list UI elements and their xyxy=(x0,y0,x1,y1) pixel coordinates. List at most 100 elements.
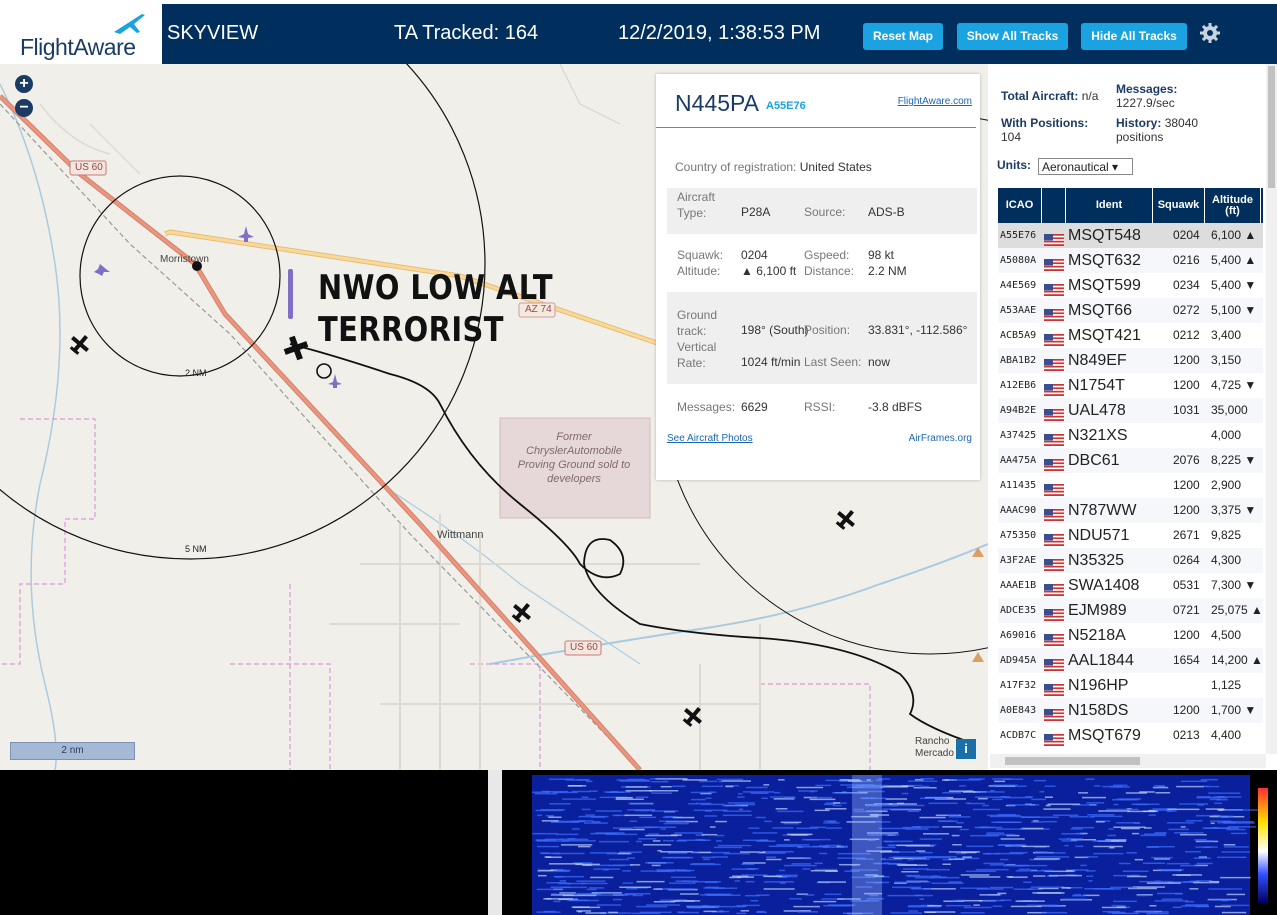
hide-all-tracks-button[interactable]: Hide All Tracks xyxy=(1081,23,1187,50)
rssi-label: RSSI: xyxy=(804,400,836,414)
icao-cell: A53AAE xyxy=(1000,305,1037,316)
airframes-link[interactable]: AirFrames.org xyxy=(909,433,972,444)
table-row[interactable]: A69016 N5218A 1200 4,500 xyxy=(998,623,1263,649)
vertical-scroll-thumb[interactable] xyxy=(1268,66,1275,188)
aircraft-photos-link[interactable]: See Aircraft Photos xyxy=(667,433,753,444)
show-all-tracks-button[interactable]: Show All Tracks xyxy=(957,23,1068,50)
column-header-icao[interactable]: ICAO xyxy=(998,188,1042,223)
us-flag-icon xyxy=(1044,255,1064,271)
ident-cell: N5218A xyxy=(1068,627,1126,644)
table-row[interactable]: AAAC90 N787WW 1200 3,375 ▼ xyxy=(998,498,1263,524)
table-row[interactable]: A11435 1200 2,900 xyxy=(998,473,1263,499)
altitude-cell: 1,125 xyxy=(1211,678,1242,692)
altitude-cell: 8,225 ▼ xyxy=(1211,453,1257,467)
table-row[interactable]: ABA1B2 N849EF 1200 3,150 xyxy=(998,348,1263,374)
messages-label: Messages: xyxy=(677,400,736,414)
squawk-cell: 0204 xyxy=(1173,228,1200,242)
altitude-cell: 3,150 xyxy=(1211,353,1242,367)
icao-cell: AA475A xyxy=(1000,455,1037,466)
ident-cell: DBC61 xyxy=(1068,452,1120,469)
altitude-cell: 4,300 xyxy=(1211,553,1242,567)
table-row[interactable]: ACDB7C MSQT679 0213 4,400 xyxy=(998,723,1263,749)
altitude-cell: 25,075 ▲ xyxy=(1211,603,1263,617)
squawk-cell: 0264 xyxy=(1173,553,1200,567)
squawk-cell: 2076 xyxy=(1173,453,1200,467)
icao-cell: AAAE1B xyxy=(1000,580,1037,591)
vertical-rate-label: Vertical Rate: xyxy=(677,340,717,370)
waterfall-canvas xyxy=(532,775,1268,915)
altitude-value: ▲ 6,100 ft xyxy=(741,264,797,278)
table-row[interactable]: A4E569 MSQT599 0234 5,400 ▼ xyxy=(998,273,1263,299)
tracked-count: TA Tracked: 164 xyxy=(394,22,539,44)
sidebar-vertical-scrollbar[interactable] xyxy=(1266,64,1277,754)
range-ring-label-2nm: 2 NM xyxy=(185,368,207,378)
header-bar: FlightAware SKYVIEW TA Tracked: 164 12/2… xyxy=(0,0,1277,66)
squawk-cell: 1654 xyxy=(1173,653,1200,667)
sidebar-horizontal-scrollbar[interactable] xyxy=(990,754,1266,768)
column-header-squawk[interactable]: Squawk xyxy=(1153,188,1205,223)
ident-cell: N196HP xyxy=(1068,677,1129,694)
squawk-cell: 0213 xyxy=(1173,728,1200,742)
table-row[interactable]: A12EB6 N1754T 1200 4,725 ▼ xyxy=(998,373,1263,399)
table-row[interactable]: A3F2AE N35325 0264 4,300 xyxy=(998,548,1263,574)
country-value: United States xyxy=(799,160,872,174)
table-row[interactable]: A55E76 MSQT548 0204 6,100 ▲ xyxy=(998,223,1263,249)
route-label-us60: US 60 xyxy=(75,162,103,173)
ident-cell: N787WW xyxy=(1068,502,1137,519)
last-seen-value: now xyxy=(868,355,891,369)
ident-cell: N849EF xyxy=(1068,352,1127,369)
ident-cell: MSQT66 xyxy=(1068,302,1133,319)
column-header-flag[interactable] xyxy=(1042,188,1066,223)
us-flag-icon xyxy=(1044,455,1064,471)
table-row[interactable]: A5080A MSQT632 0216 5,400 ▲ xyxy=(998,248,1263,274)
icao-cell: A75350 xyxy=(1000,530,1037,541)
icao-cell: A0E843 xyxy=(1000,705,1037,716)
altitude-cell: 5,100 ▼ xyxy=(1211,303,1257,317)
altitude-cell: 14,200 ▲ xyxy=(1211,653,1263,667)
ident-cell: N158DS xyxy=(1068,702,1129,719)
app-name: SKYVIEW xyxy=(167,22,259,44)
zoom-in-button[interactable]: + xyxy=(15,75,33,93)
table-row[interactable]: A0E843 N158DS 1200 1,700 ▼ xyxy=(998,698,1263,724)
table-row[interactable]: A75350 NDU571 2671 9,825 xyxy=(998,523,1263,549)
units-select[interactable]: Aeronautical ▾ xyxy=(1038,158,1133,175)
us-flag-icon xyxy=(1044,280,1064,296)
table-row[interactable]: A53AAE MSQT66 0272 5,100 ▼ xyxy=(998,298,1263,324)
overlay-annotation: NWO LOW ALT TERRORIST xyxy=(318,267,553,351)
horizontal-scroll-thumb[interactable] xyxy=(1005,757,1140,765)
altitude-cell: 9,825 xyxy=(1211,528,1242,542)
table-row[interactable]: AA475A DBC61 2076 8,225 ▼ xyxy=(998,448,1263,474)
icao-cell: A17F32 xyxy=(1000,680,1037,691)
airplane-logo-icon xyxy=(114,14,145,34)
table-row[interactable]: AD945A AAL1844 1654 14,200 ▲ xyxy=(998,648,1263,674)
altitude-cell: 1,700 ▼ xyxy=(1211,703,1257,717)
icao-cell: ACDB7C xyxy=(1000,730,1037,741)
gear-icon[interactable] xyxy=(1199,22,1221,44)
table-row[interactable]: ACB5A9 MSQT421 0212 3,400 xyxy=(998,323,1263,349)
map-info-button[interactable]: i xyxy=(956,739,976,759)
ident-cell: MSQT599 xyxy=(1068,277,1141,294)
reset-map-button[interactable]: Reset Map xyxy=(863,23,943,50)
squawk-cell: 1200 xyxy=(1173,503,1200,517)
with-positions-label: With Positions: xyxy=(1001,116,1089,130)
place-label-wittmann: Wittmann xyxy=(437,529,484,541)
table-row[interactable]: A37425 N321XS 4,000 xyxy=(998,423,1263,449)
table-row[interactable]: A17F32 N196HP 1,125 xyxy=(998,673,1263,699)
total-aircraft-label: Total Aircraft: xyxy=(1001,89,1079,103)
squawk-cell: 2671 xyxy=(1173,528,1200,542)
altitude-label: Altitude: xyxy=(677,264,721,278)
squawk-cell: 0272 xyxy=(1173,303,1200,317)
icao-cell: ADCE35 xyxy=(1000,605,1037,616)
altitude-cell: 4,000 xyxy=(1211,428,1242,442)
flightaware-logo[interactable]: FlightAware xyxy=(4,4,160,66)
table-row[interactable]: A94B2E UAL478 1031 35,000 xyxy=(998,398,1263,424)
ident-cell: NDU571 xyxy=(1068,527,1130,544)
table-row[interactable]: ADCE35 EJM989 0721 25,075 ▲ xyxy=(998,598,1263,624)
zoom-out-button[interactable]: − xyxy=(15,99,33,117)
messages-rate-label: Messages: xyxy=(1116,82,1178,96)
column-header-ident[interactable]: Ident xyxy=(1066,188,1153,223)
flightaware-link[interactable]: FlightAware.com xyxy=(898,96,972,107)
column-header-altitude[interactable]: Altitude (ft) xyxy=(1205,188,1261,223)
table-row[interactable]: AAAE1B SWA1408 0531 7,300 ▼ xyxy=(998,573,1263,599)
units-label: Units: xyxy=(997,158,1031,172)
